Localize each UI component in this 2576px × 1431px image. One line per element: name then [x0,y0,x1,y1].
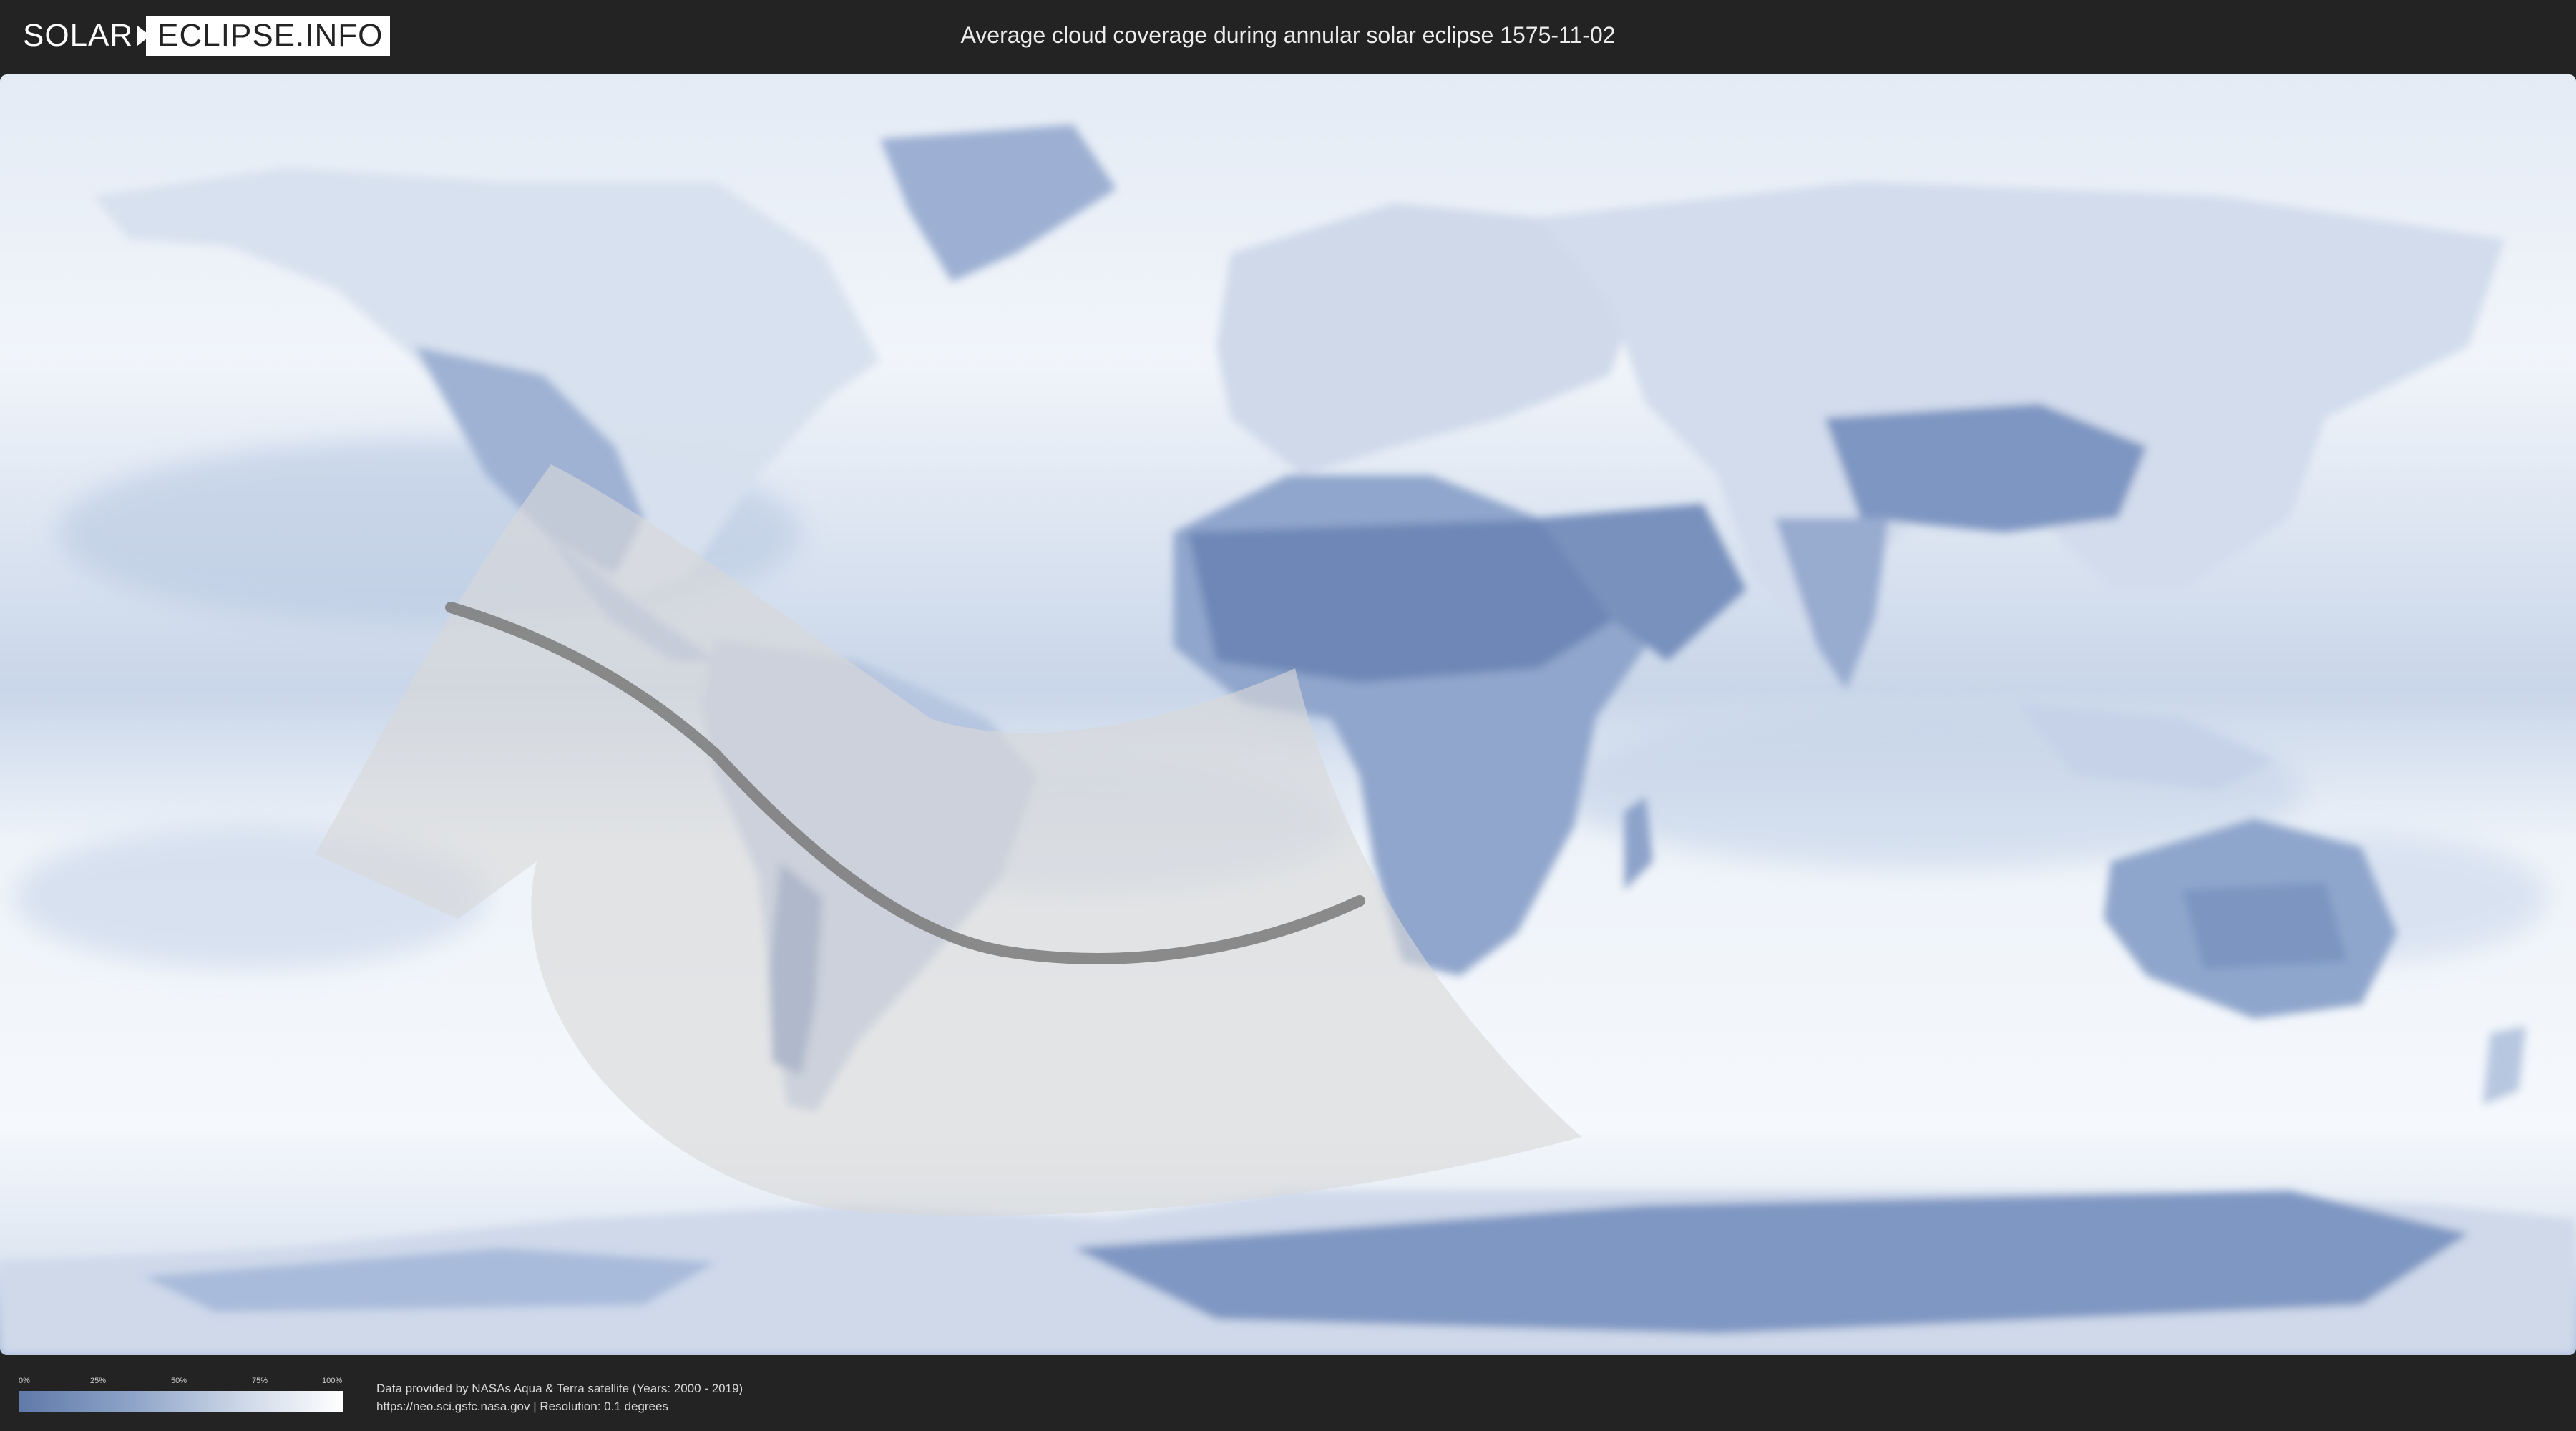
credit-line-1: Data provided by NASAs Aqua & Terra sate… [376,1382,743,1395]
legend-tick-0: 0% [19,1377,30,1385]
data-credits: Data provided by NASAs Aqua & Terra sate… [376,1379,743,1415]
page-title: Average cloud coverage during annular so… [960,22,1616,48]
credit-line-2: https://neo.sci.gsfc.nasa.gov | Resoluti… [376,1400,668,1413]
legend-tick-50: 50% [171,1377,187,1385]
legend-tick-75: 75% [252,1377,268,1385]
cloud-coverage-legend-bar [19,1391,343,1412]
legend-tick-25: 25% [90,1377,107,1385]
legend-ticks: 0% 25% 50% 75% 100% [19,1377,343,1387]
logo-arrow-icon [137,26,151,46]
map-svg [0,74,2576,1355]
header-bar: SOLAR ECLIPSE.INFO Average cloud coverag… [0,0,2576,72]
cloud-coverage-map[interactable] [0,74,2576,1355]
legend-tick-100: 100% [322,1377,343,1385]
